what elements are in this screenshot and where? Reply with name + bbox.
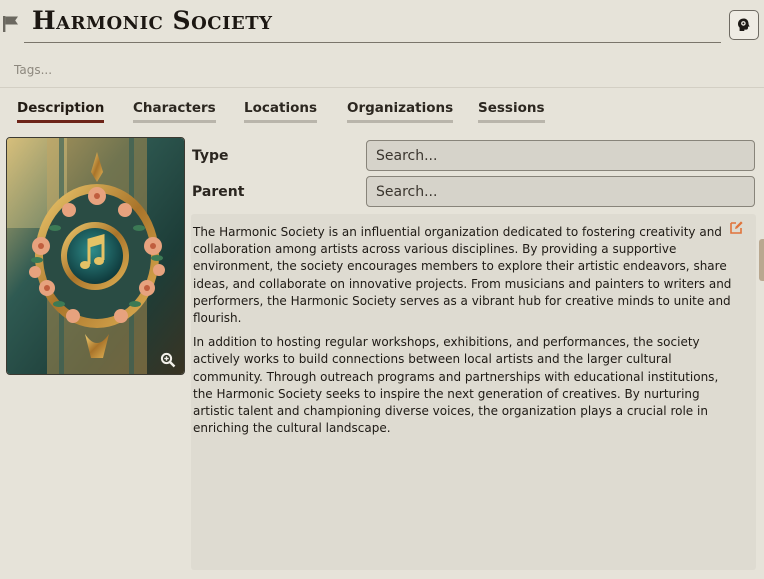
tab-sessions[interactable]: Sessions — [478, 100, 545, 123]
description-text[interactable]: The Harmonic Society is an influential o… — [193, 224, 738, 444]
edit-icon[interactable] — [729, 220, 744, 235]
brain-icon — [738, 18, 750, 31]
tags-divider — [0, 87, 764, 88]
page-title[interactable]: Harmonic Society — [32, 6, 273, 35]
parent-label: Parent — [192, 184, 245, 200]
tab-organizations[interactable]: Organizations — [347, 100, 454, 123]
description-panel[interactable]: The Harmonic Society is an influential o… — [191, 214, 756, 570]
brain-button[interactable] — [729, 10, 759, 40]
type-search-input[interactable] — [366, 140, 755, 171]
flag-icon[interactable] — [2, 15, 20, 33]
parent-search-input[interactable] — [366, 176, 755, 207]
type-label: Type — [192, 148, 229, 164]
tab-characters[interactable]: Characters — [133, 100, 216, 123]
tab-locations[interactable]: Locations — [244, 100, 317, 123]
tags-input[interactable]: Tags... — [14, 63, 52, 77]
zoom-in-icon[interactable] — [160, 352, 176, 368]
organization-image[interactable] — [6, 137, 185, 375]
sidebar-handle[interactable] — [759, 239, 764, 281]
organization-crest — [7, 138, 184, 374]
description-paragraph: In addition to hosting regular workshops… — [193, 335, 719, 436]
description-paragraph: The Harmonic Society is an influential o… — [193, 225, 732, 326]
sheet-header: Harmonic Society — [0, 0, 764, 50]
sheet-tabs: Description Characters Locations Organiz… — [0, 100, 764, 126]
tab-description[interactable]: Description — [17, 100, 105, 123]
title-divider — [24, 42, 721, 43]
